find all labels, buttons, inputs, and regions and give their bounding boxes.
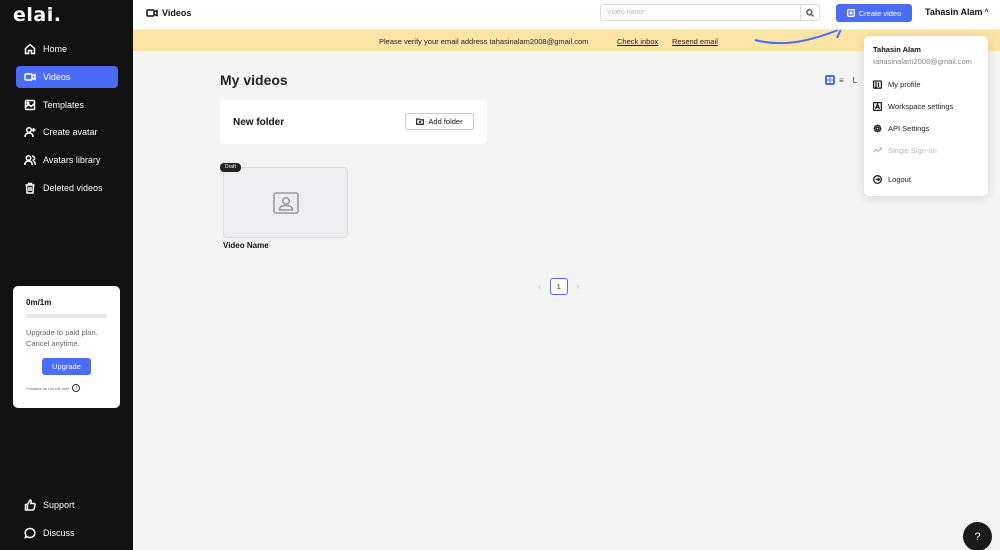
- folder-plus-icon: [416, 118, 425, 125]
- sidebar-item-label: Deleted videos: [43, 182, 103, 193]
- user-dropdown-menu: Tahasin Alam tahasinalam2008@gmail.com M…: [864, 36, 988, 196]
- grid-icon: [827, 77, 833, 83]
- video-icon: [146, 9, 158, 17]
- top-bar: Videos Create video Tahasin Alam ^: [133, 0, 1000, 30]
- help-button[interactable]: ?: [963, 522, 992, 550]
- thumbs-up-icon: [24, 499, 36, 511]
- gear-icon: [873, 124, 882, 133]
- add-folder-button[interactable]: Add folder: [405, 113, 474, 130]
- sidebar-bottom-nav: Support Discuss: [16, 494, 118, 550]
- prev-page-button[interactable]: ‹: [538, 282, 541, 291]
- page-label: Videos: [146, 8, 191, 18]
- page-title: My videos: [220, 72, 288, 88]
- plan-note-text: *minutes do not roll over: [26, 385, 70, 391]
- sidebar-item-label: Templates: [43, 99, 85, 110]
- create-video-button[interactable]: Create video: [836, 4, 912, 22]
- create-video-icon: [846, 9, 855, 17]
- plan-text-line-2: Cancel anytime.: [26, 339, 80, 348]
- video-thumbnail[interactable]: [223, 167, 348, 238]
- templates-icon: [24, 99, 36, 111]
- home-icon: [24, 43, 36, 55]
- workspace-icon: [873, 102, 882, 111]
- create-video-label: Create video: [858, 8, 902, 18]
- status-badge: Draft: [220, 163, 241, 172]
- sidebar-item-videos[interactable]: Videos: [16, 65, 118, 88]
- grid-view-button[interactable]: [825, 75, 835, 85]
- folder-card: New folder Add folder: [220, 100, 487, 144]
- sso-icon: [873, 147, 882, 153]
- sidebar-item-avatars-library[interactable]: Avatars library: [16, 149, 118, 171]
- dropdown-user-email: tahasinalam2008@gmail.com: [873, 57, 972, 66]
- page-label-text: Videos: [162, 8, 192, 18]
- sidebar-item-label: Support: [43, 500, 75, 510]
- menu-item-my-profile[interactable]: My profile: [873, 80, 921, 89]
- sidebar-item-support[interactable]: Support: [16, 494, 118, 516]
- sidebar: elai. Home Videos Templates Create avata…: [0, 0, 133, 550]
- plan-text-line-1: Upgrade to paid plan.: [26, 328, 98, 337]
- folder-title: New folder: [233, 117, 285, 128]
- profile-icon: [873, 80, 882, 89]
- plan-card: 0m/1m Upgrade to paid plan. Cancel anyti…: [13, 286, 120, 408]
- menu-item-workspace-settings[interactable]: Workspace settings: [873, 102, 953, 111]
- banner-message: Please verify your email address tahasin…: [379, 37, 589, 46]
- plan-usage: 0m/1m: [26, 298, 52, 307]
- create-avatar-icon: [24, 126, 36, 138]
- video-icon: [24, 71, 36, 83]
- sidebar-item-deleted-videos[interactable]: Deleted videos: [16, 177, 118, 199]
- upgrade-button[interactable]: Upgrade: [42, 358, 91, 375]
- info-icon[interactable]: i: [72, 384, 81, 392]
- plan-note: *minutes do not roll over i: [26, 384, 107, 392]
- pagination: ‹ 1 ›: [538, 278, 579, 295]
- menu-item-logout[interactable]: Logout: [873, 175, 911, 184]
- user-menu-toggle[interactable]: Tahasin Alam ^: [925, 7, 989, 17]
- next-page-button[interactable]: ›: [577, 282, 580, 291]
- sidebar-item-templates[interactable]: Templates: [16, 94, 118, 116]
- sidebar-item-discuss[interactable]: Discuss: [16, 522, 118, 544]
- resend-email-link[interactable]: Resend email: [672, 37, 718, 46]
- sidebar-item-create-avatar[interactable]: Create avatar: [16, 121, 118, 143]
- list-view-button[interactable]: ≡: [839, 76, 844, 85]
- menu-item-api-settings[interactable]: API Settings: [873, 124, 929, 133]
- chat-icon: [24, 527, 36, 539]
- check-inbox-link[interactable]: Check inbox: [617, 37, 658, 46]
- menu-item-label: Single Sign-on: [888, 146, 937, 155]
- menu-item-label: My profile: [888, 80, 921, 89]
- search-button[interactable]: [800, 5, 819, 20]
- search-box: [600, 4, 820, 21]
- menu-item-single-sign-on: Single Sign-on: [873, 146, 937, 155]
- plan-progress-bar: [26, 314, 107, 318]
- menu-item-label: Workspace settings: [888, 102, 954, 111]
- sidebar-item-label: Avatars library: [43, 155, 101, 166]
- sidebar-nav: Home Videos Templates Create avatar Avat…: [16, 38, 118, 205]
- video-name[interactable]: Video Name: [223, 241, 269, 250]
- sidebar-item-label: Create avatar: [43, 127, 98, 138]
- logo[interactable]: elai.: [13, 4, 61, 26]
- plan-description: Upgrade to paid plan. Cancel anytime.: [26, 327, 107, 349]
- sort-dropdown[interactable]: L: [853, 76, 857, 85]
- pointer-arrow: [754, 30, 842, 45]
- sidebar-item-label: Videos: [43, 71, 71, 82]
- trash-icon: [24, 182, 36, 194]
- user-name: Tahasin Alam: [925, 7, 983, 17]
- sidebar-item-label: Home: [43, 44, 68, 54]
- search-icon: [806, 8, 814, 17]
- avatar-placeholder-icon: [272, 191, 299, 214]
- chevron-up-icon: ^: [984, 8, 989, 16]
- page-number-current[interactable]: 1: [549, 278, 568, 295]
- sidebar-item-label: Discuss: [43, 527, 75, 538]
- view-toggle: ≡ L: [825, 75, 857, 85]
- menu-item-label: Logout: [888, 175, 911, 184]
- avatars-library-icon: [24, 154, 36, 166]
- dropdown-user-name: Tahasin Alam: [873, 45, 921, 54]
- menu-item-label: API Settings: [888, 124, 930, 133]
- search-input[interactable]: [601, 5, 800, 20]
- sidebar-item-home[interactable]: Home: [16, 38, 118, 60]
- add-folder-label: Add folder: [428, 117, 463, 126]
- logout-icon: [873, 175, 882, 184]
